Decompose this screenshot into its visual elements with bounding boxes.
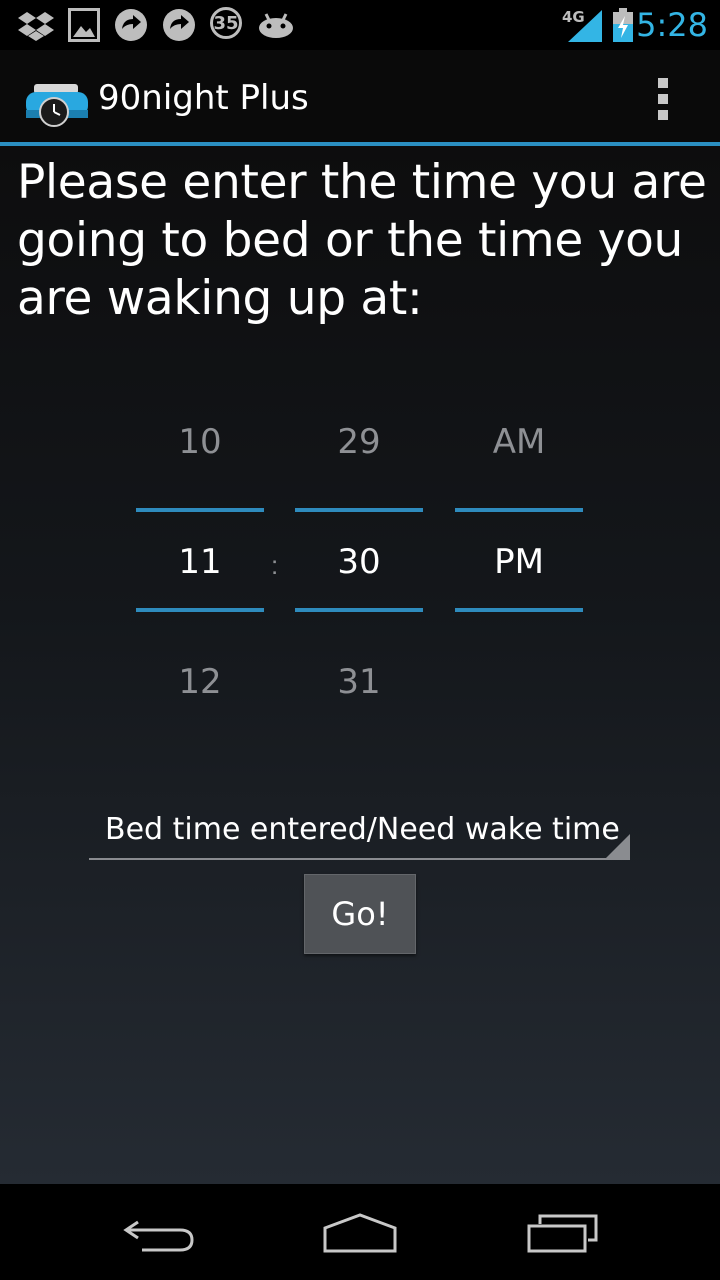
bed-clock-icon[interactable] (24, 82, 90, 128)
home-icon[interactable] (322, 1212, 398, 1254)
clock: 5:28 (636, 6, 708, 44)
go-button[interactable]: Go! (304, 874, 416, 954)
mode-spinner-value: Bed time entered/Need wake time (105, 812, 620, 847)
screen: 35 4G 5:28 90night Plus Please enter the… (0, 0, 720, 1280)
battery-charging-icon (613, 8, 633, 42)
ampm-current[interactable]: PM (455, 542, 583, 582)
hour-current[interactable]: 11 (136, 542, 264, 582)
signal-icon (568, 10, 602, 42)
gallery-icon (68, 8, 100, 42)
overflow-menu-icon[interactable] (648, 76, 678, 122)
dropbox-icon (18, 12, 54, 41)
minute-prev[interactable]: 29 (295, 422, 423, 462)
ampm-prev[interactable]: AM (455, 422, 583, 462)
minute-divider-bottom (295, 608, 423, 612)
nav-bar (0, 1184, 720, 1280)
time-separator: : (271, 550, 279, 580)
content-area: Please enter the time you are going to b… (0, 146, 720, 1184)
minute-divider-top (295, 508, 423, 512)
minute-next[interactable]: 31 (295, 662, 423, 702)
hour-picker[interactable]: 10 11 12 (136, 146, 264, 746)
sync-icon (115, 9, 147, 41)
mode-spinner[interactable]: Bed time entered/Need wake time (89, 800, 630, 860)
sync-icon (163, 9, 195, 41)
hour-prev[interactable]: 10 (136, 422, 264, 462)
badge-35-icon: 35 (210, 7, 242, 39)
hour-divider-bottom (136, 608, 264, 612)
minute-current[interactable]: 30 (295, 542, 423, 582)
app-title: 90night Plus (98, 78, 309, 118)
dropdown-arrow-icon (606, 834, 630, 858)
status-bar: 35 4G 5:28 (0, 0, 720, 50)
hour-next[interactable]: 12 (136, 662, 264, 702)
back-icon[interactable] (122, 1214, 196, 1254)
minute-picker[interactable]: 29 30 31 (295, 146, 423, 746)
ampm-divider-bottom (455, 608, 583, 612)
ampm-picker[interactable]: AM PM (455, 146, 583, 746)
recents-icon[interactable] (526, 1214, 598, 1254)
hour-divider-top (136, 508, 264, 512)
ampm-divider-top (455, 508, 583, 512)
android-icon (259, 13, 293, 38)
